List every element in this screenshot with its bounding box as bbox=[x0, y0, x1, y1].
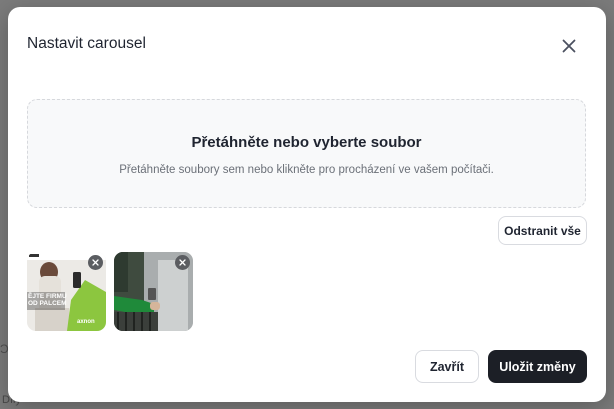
remove-thumbnail-button[interactable] bbox=[175, 255, 190, 270]
file-dropzone[interactable]: Přetáhněte nebo vyberte soubor Přetáhnět… bbox=[27, 99, 586, 208]
carousel-image-thumbnail[interactable] bbox=[114, 252, 193, 331]
close-icon bbox=[92, 259, 99, 266]
save-changes-button[interactable]: Uložit změny bbox=[488, 350, 587, 383]
close-icon bbox=[562, 39, 576, 53]
thumbnail-brand: axnon bbox=[77, 319, 95, 325]
dialog-title: Nastavit carousel bbox=[27, 35, 146, 52]
close-icon bbox=[179, 259, 186, 266]
remove-all-button[interactable]: Odstranit vše bbox=[498, 216, 587, 245]
close-button[interactable]: Zavřít bbox=[415, 350, 479, 383]
remove-thumbnail-button[interactable] bbox=[88, 255, 103, 270]
dropzone-subtitle: Přetáhněte soubory sem nebo klikněte pro… bbox=[119, 164, 494, 176]
dropzone-title: Přetáhněte nebo vyberte soubor bbox=[191, 134, 422, 151]
carousel-settings-dialog: Nastavit carousel Přetáhněte nebo vybert… bbox=[8, 7, 606, 402]
thumbnail-banner-line2: OD PALCEM bbox=[28, 300, 67, 307]
close-dialog-button[interactable] bbox=[557, 34, 581, 58]
carousel-image-thumbnail[interactable]: ĚJTE FIRMU OD PALCEM axnon bbox=[27, 252, 106, 331]
thumbnail-banner-line1: ĚJTE FIRMU bbox=[28, 291, 67, 300]
